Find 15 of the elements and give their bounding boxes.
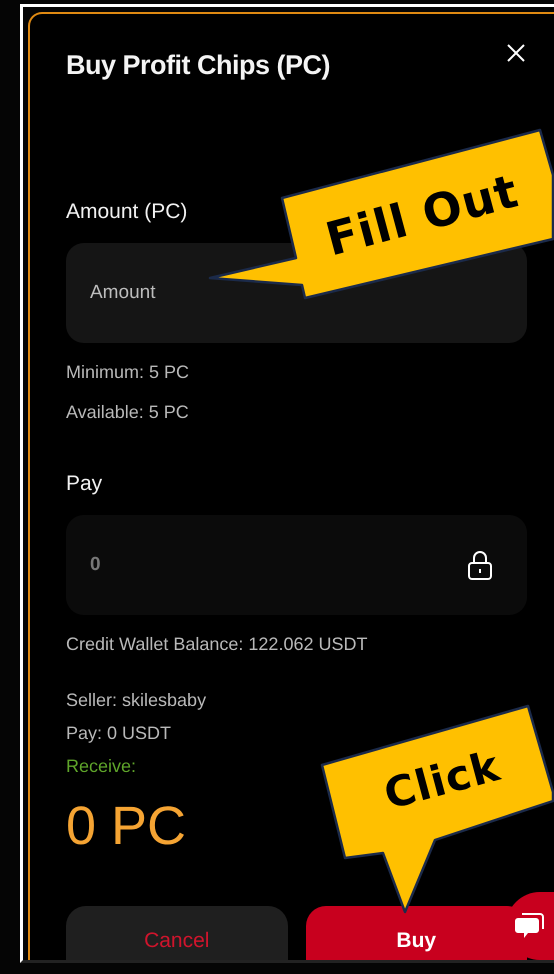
dialog-title: Buy Profit Chips (PC) [66, 50, 330, 80]
callout-label: Click [378, 741, 506, 819]
summary-text: Seller: skilesbaby [66, 689, 206, 712]
limit-text: Available: 5 PC [66, 402, 190, 422]
field-label: Pay [66, 472, 104, 496]
close-button[interactable] [505, 42, 527, 64]
summary-text: Pay: 0 USDT [66, 722, 172, 745]
close-icon [505, 42, 527, 64]
balance-text: Credit Wallet Balance: 122.062 USDT [66, 634, 368, 654]
receive-label: Receive: [66, 755, 136, 778]
receive-amount: 0 PC [66, 796, 188, 856]
pay-input-field[interactable]: 0 [66, 515, 527, 615]
chat-icon [514, 912, 544, 940]
cancel-button[interactable]: Cancel [66, 906, 288, 960]
limit-text: Minimum: 5 PC [66, 362, 190, 382]
